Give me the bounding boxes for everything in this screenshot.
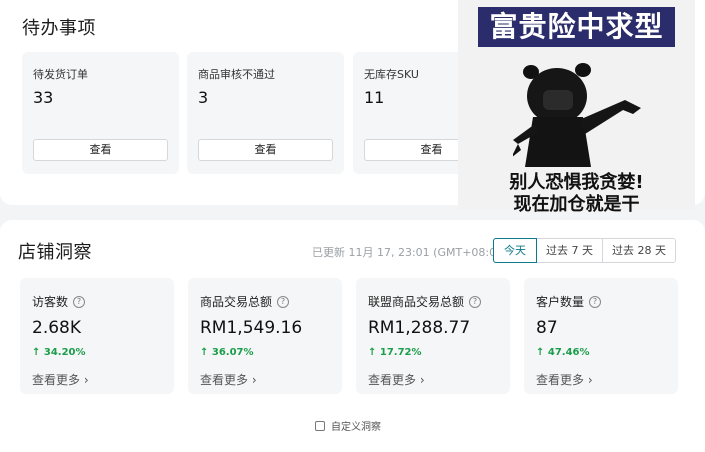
arrow-up-icon: ↑ <box>368 347 380 358</box>
todo-card-label: 无库存SKU <box>364 68 419 81</box>
metric-value: 87 <box>536 318 558 338</box>
metric-value: RM1,549.16 <box>200 318 303 338</box>
metric-change: ↑ 34.20% <box>32 347 86 358</box>
metric-card-gmv: 商品交易总额 ? RM1,549.16 ↑ 36.07% 查看更多 › <box>188 278 342 394</box>
metric-card-customers: 客户数量 ? 87 ↑ 47.46% 查看更多 › <box>524 278 678 394</box>
todo-card-label: 待发货订单 <box>33 68 88 81</box>
chevron-right-icon: › <box>251 373 257 387</box>
metric-change-value: 34.20% <box>43 347 86 358</box>
metric-card-visitors: 访客数 ? 2.68K ↑ 34.20% 查看更多 › <box>20 278 174 394</box>
meme-image: 富贵险中求型 别人恐惧我贪婪! 现在加仓就是干 <box>458 0 695 215</box>
tab-today[interactable]: 今天 <box>493 238 537 263</box>
question-circle-icon[interactable]: ? <box>73 295 86 308</box>
meme-caption-line-2: 现在加仓就是干 <box>513 194 640 215</box>
metric-value: RM1,288.77 <box>368 318 471 338</box>
metric-label: 联盟商品交易总额 ? <box>368 293 482 310</box>
todo-card-label: 商品审核不通过 <box>198 68 275 81</box>
edit-icon <box>315 420 325 431</box>
question-circle-icon[interactable]: ? <box>469 295 482 308</box>
todo-card-count: 11 <box>364 88 385 107</box>
meme-caption-bottom: 别人恐惧我贪婪! 现在加仓就是干 <box>458 172 695 216</box>
meme-caption-top: 富贵险中求型 <box>478 7 675 47</box>
view-pending-shipment-button[interactable]: 查看 <box>33 139 168 161</box>
updated-timestamp: 已更新 11月 17, 23:01 (GMT+08:00) <box>312 246 508 259</box>
view-more-link[interactable]: 查看更多 › <box>536 371 593 388</box>
view-more-label: 查看更多 <box>368 373 417 387</box>
meme-caption-line-1: 别人恐惧我贪婪! <box>509 172 644 193</box>
metric-value: 2.68K <box>32 318 81 338</box>
question-circle-icon[interactable]: ? <box>277 295 290 308</box>
todo-card-review-failed: 商品审核不通过 3 查看 <box>187 52 344 174</box>
todo-card-count: 3 <box>198 88 209 107</box>
chevron-right-icon: › <box>587 373 593 387</box>
view-more-link[interactable]: 查看更多 › <box>32 371 89 388</box>
view-more-link[interactable]: 查看更多 › <box>368 371 425 388</box>
metric-label-text: 商品交易总额 <box>200 295 273 309</box>
insight-title: 店铺洞察 <box>18 242 92 263</box>
todo-title: 待办事项 <box>22 18 96 39</box>
question-circle-icon[interactable]: ? <box>589 295 602 308</box>
arrow-up-icon: ↑ <box>536 347 548 358</box>
view-more-label: 查看更多 <box>32 373 81 387</box>
arrow-up-icon: ↑ <box>200 347 212 358</box>
range-tabs: 今天 过去 7 天 过去 28 天 <box>493 238 676 263</box>
metric-label-text: 联盟商品交易总额 <box>368 295 465 309</box>
todo-card-pending-shipment: 待发货订单 33 查看 <box>22 52 179 174</box>
view-more-label: 查看更多 <box>536 373 585 387</box>
tab-last-7-days[interactable]: 过去 7 天 <box>537 239 603 262</box>
view-more-label: 查看更多 <box>200 373 249 387</box>
view-more-link[interactable]: 查看更多 › <box>200 371 257 388</box>
metric-label: 客户数量 ? <box>536 293 602 310</box>
metric-label: 访客数 ? <box>32 293 86 310</box>
metric-change: ↑ 47.46% <box>536 347 590 358</box>
bear-figure-icon <box>513 63 641 167</box>
customize-insights-link[interactable]: 自定义洞察 <box>315 418 381 433</box>
metric-label: 商品交易总额 ? <box>200 293 290 310</box>
view-review-failed-button[interactable]: 查看 <box>198 139 333 161</box>
metric-label-text: 客户数量 <box>536 295 585 309</box>
todo-card-count: 33 <box>33 88 54 107</box>
metric-change: ↑ 17.72% <box>368 347 422 358</box>
metric-change-value: 36.07% <box>211 347 254 358</box>
arrow-up-icon: ↑ <box>32 347 44 358</box>
tab-last-28-days[interactable]: 过去 28 天 <box>603 239 675 262</box>
chevron-right-icon: › <box>419 373 425 387</box>
chevron-right-icon: › <box>83 373 89 387</box>
metric-change-value: 17.72% <box>379 347 422 358</box>
metric-change-value: 47.46% <box>547 347 590 358</box>
customize-insights-label: 自定义洞察 <box>331 422 381 433</box>
metric-card-affiliate-gmv: 联盟商品交易总额 ? RM1,288.77 ↑ 17.72% 查看更多 › <box>356 278 510 394</box>
metric-change: ↑ 36.07% <box>200 347 254 358</box>
metric-label-text: 访客数 <box>32 295 69 309</box>
